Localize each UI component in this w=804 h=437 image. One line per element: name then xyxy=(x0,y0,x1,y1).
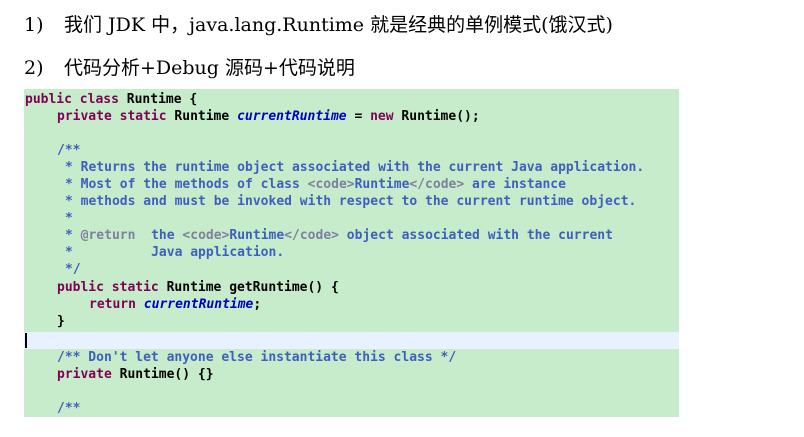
text-caret xyxy=(25,333,27,348)
comment-line: */ xyxy=(65,262,81,277)
code-block[interactable]: public class Runtime { private static Ru… xyxy=(24,89,679,417)
list-text: 代码分析+Debug 源码+代码说明 xyxy=(64,57,355,79)
comment-line: /** xyxy=(57,143,81,158)
comment-line: * Most of the methods of class <code>Run… xyxy=(65,177,566,192)
list-number: 2) xyxy=(24,57,44,79)
code-line: } xyxy=(57,314,65,329)
comment-line: * xyxy=(65,211,73,226)
code-line: public static Runtime getRuntime() { xyxy=(57,280,339,295)
current-line-highlight xyxy=(24,332,679,349)
code-line: return currentRuntime; xyxy=(89,297,262,312)
comment-line: /** Don't let anyone else instantiate th… xyxy=(57,350,457,365)
comment-line: * Java application. xyxy=(65,245,285,260)
list-item-1: 1) 我们 JDK 中，java.lang.Runtime 就是经典的单例模式(饿… xyxy=(24,10,613,37)
comment-line: * methods and must be invoked with respe… xyxy=(65,194,637,209)
comment-line: * Returns the runtime object associated … xyxy=(65,160,645,175)
code-line: public class Runtime { xyxy=(25,92,198,107)
list-number: 1) xyxy=(24,14,44,36)
comment-line: * @return the <code>Runtime</code> objec… xyxy=(65,228,613,243)
list-item-2: 2) 代码分析+Debug 源码+代码说明 xyxy=(24,53,355,80)
list-text: 我们 JDK 中，java.lang.Runtime 就是经典的单例模式(饿汉式… xyxy=(64,14,613,36)
code-line: private Runtime() {} xyxy=(57,367,214,382)
comment-line: /** xyxy=(57,401,81,416)
code-line: private static Runtime currentRuntime = … xyxy=(57,109,480,124)
